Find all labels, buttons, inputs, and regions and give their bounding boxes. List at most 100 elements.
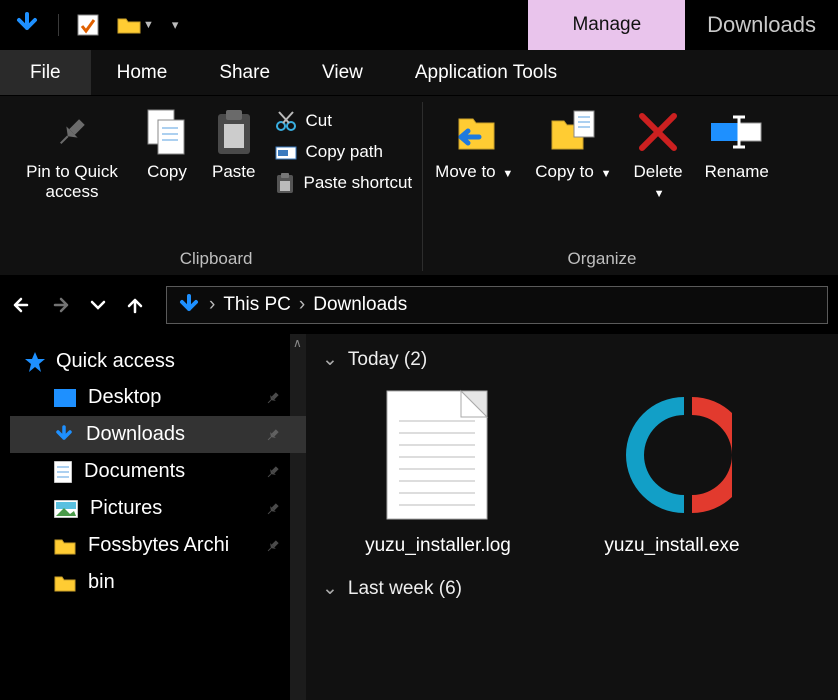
delete-x-icon bbox=[636, 108, 680, 156]
star-icon bbox=[24, 351, 46, 373]
desktop-icon bbox=[54, 389, 76, 407]
documents-icon bbox=[54, 461, 72, 483]
sidebar-item-label: Documents bbox=[84, 460, 185, 483]
chevron-down-icon: ▼ bbox=[502, 168, 513, 180]
chevron-down-icon: ▼ bbox=[601, 168, 612, 180]
ribbon-group-organize: Move to ▼ Copy to ▼ Delete▼ Rename bbox=[423, 102, 781, 271]
copy-to-icon bbox=[546, 108, 600, 156]
rename-label: Rename bbox=[705, 162, 769, 182]
navigation-pane: ∧ Quick access Desktop Downloads Docu bbox=[0, 334, 306, 700]
window-title: Downloads bbox=[685, 0, 838, 50]
pin-icon bbox=[266, 539, 280, 553]
file-list-pane[interactable]: ⌄ Today (2) bbox=[306, 334, 838, 700]
folder-icon bbox=[54, 574, 76, 592]
pin-to-quick-access-button[interactable]: Pin to Quick access bbox=[16, 102, 128, 203]
file-item[interactable]: yuzu_installer.log bbox=[338, 385, 538, 557]
rename-icon bbox=[709, 108, 765, 156]
downloads-icon bbox=[54, 425, 74, 445]
downloads-arrow-icon[interactable] bbox=[14, 12, 40, 38]
tab-file[interactable]: File bbox=[0, 50, 91, 95]
location-icon bbox=[177, 293, 201, 317]
chevron-right-icon[interactable]: › bbox=[299, 294, 305, 316]
pictures-icon bbox=[54, 500, 78, 518]
tab-home[interactable]: Home bbox=[91, 50, 194, 95]
pin-label: Pin to Quick access bbox=[22, 162, 122, 203]
chevron-down-icon: ▼ bbox=[654, 188, 665, 200]
breadcrumb-downloads[interactable]: Downloads bbox=[313, 294, 407, 316]
copy-button[interactable]: Copy bbox=[138, 102, 196, 182]
content-area: ∧ Quick access Desktop Downloads Docu bbox=[0, 334, 838, 700]
chevron-right-icon[interactable]: › bbox=[209, 294, 215, 316]
delete-label: Delete▼ bbox=[633, 162, 682, 203]
sidebar-item-desktop[interactable]: Desktop bbox=[10, 379, 306, 416]
group-header-last-week[interactable]: ⌄ Last week (6) bbox=[320, 571, 824, 610]
pin-icon bbox=[266, 391, 280, 405]
group-count: 2 bbox=[410, 349, 421, 370]
folder-icon bbox=[54, 537, 76, 555]
tab-view[interactable]: View bbox=[296, 50, 389, 95]
qat-separator bbox=[58, 14, 59, 36]
quick-access-toolbar: ▼ ▾ bbox=[0, 12, 178, 38]
move-to-icon bbox=[449, 108, 499, 156]
group-label: Last week bbox=[348, 578, 434, 599]
sidebar-item-documents[interactable]: Documents bbox=[10, 453, 306, 490]
move-to-button[interactable]: Move to ▼ bbox=[429, 102, 519, 182]
qat-customize-icon[interactable]: ▾ bbox=[172, 17, 179, 33]
quick-access-label: Quick access bbox=[56, 350, 175, 373]
properties-icon[interactable] bbox=[77, 14, 99, 36]
copy-path-label: Copy path bbox=[305, 142, 383, 162]
paste-button[interactable]: Paste bbox=[206, 102, 261, 182]
tab-application-tools[interactable]: Application Tools bbox=[389, 50, 583, 95]
file-name: yuzu_install.exe bbox=[604, 535, 739, 557]
paste-shortcut-label: Paste shortcut bbox=[303, 173, 412, 193]
delete-button[interactable]: Delete▼ bbox=[627, 102, 688, 203]
log-file-icon bbox=[378, 385, 498, 525]
sidebar-item-label: Downloads bbox=[86, 423, 185, 446]
back-button[interactable] bbox=[10, 294, 32, 316]
group-header-today[interactable]: ⌄ Today (2) bbox=[320, 342, 824, 381]
yuzu-exe-icon bbox=[612, 385, 732, 525]
ribbon-tabs: File Home Share View Application Tools bbox=[0, 50, 838, 96]
cut-button[interactable]: Cut bbox=[271, 108, 416, 134]
file-item[interactable]: yuzu_install.exe bbox=[572, 385, 772, 557]
paste-label: Paste bbox=[212, 162, 255, 182]
pin-icon bbox=[266, 502, 280, 516]
title-bar: ▼ ▾ Manage Downloads bbox=[0, 0, 838, 50]
copy-icon bbox=[144, 108, 190, 156]
ribbon-group-clipboard: Pin to Quick access Copy Paste bbox=[10, 102, 423, 271]
navigation-toolbar: › This PC › Downloads bbox=[0, 276, 838, 334]
sidebar-item-pictures[interactable]: Pictures bbox=[10, 490, 306, 527]
organize-group-label: Organize bbox=[568, 245, 637, 271]
chevron-down-icon: ⌄ bbox=[322, 348, 338, 371]
ribbon: Pin to Quick access Copy Paste bbox=[0, 96, 838, 276]
tab-share[interactable]: Share bbox=[193, 50, 296, 95]
chevron-down-icon: ⌄ bbox=[322, 577, 338, 600]
context-tab-manage[interactable]: Manage bbox=[528, 0, 685, 50]
new-folder-icon[interactable]: ▼ bbox=[117, 15, 154, 35]
scissors-icon bbox=[275, 110, 297, 132]
cut-label: Cut bbox=[305, 111, 331, 131]
rename-button[interactable]: Rename bbox=[699, 102, 775, 182]
pin-icon bbox=[266, 428, 280, 442]
pin-icon bbox=[52, 108, 92, 156]
sidebar-item-label: Pictures bbox=[90, 497, 162, 520]
clipboard-group-label: Clipboard bbox=[180, 245, 253, 271]
copy-path-button[interactable]: Copy path bbox=[271, 140, 416, 164]
forward-button[interactable] bbox=[50, 294, 72, 316]
sidebar-item-fossbytes[interactable]: Fossbytes Archi bbox=[10, 527, 306, 564]
pin-icon bbox=[266, 465, 280, 479]
recent-locations-button[interactable] bbox=[90, 298, 106, 312]
sidebar-item-downloads[interactable]: Downloads bbox=[10, 416, 306, 453]
copy-to-button[interactable]: Copy to ▼ bbox=[529, 102, 617, 182]
paste-shortcut-icon bbox=[275, 172, 295, 194]
breadcrumb-this-pc[interactable]: This PC bbox=[223, 294, 291, 316]
paste-icon bbox=[214, 108, 254, 156]
sidebar-item-bin[interactable]: bin bbox=[10, 564, 306, 601]
quick-access-header[interactable]: Quick access bbox=[10, 344, 306, 379]
paste-shortcut-button[interactable]: Paste shortcut bbox=[271, 170, 416, 196]
up-button[interactable] bbox=[124, 294, 146, 316]
group-count: 6 bbox=[445, 578, 456, 599]
address-bar[interactable]: › This PC › Downloads bbox=[166, 286, 828, 324]
sidebar-item-label: Desktop bbox=[88, 386, 161, 409]
file-name: yuzu_installer.log bbox=[365, 535, 511, 557]
